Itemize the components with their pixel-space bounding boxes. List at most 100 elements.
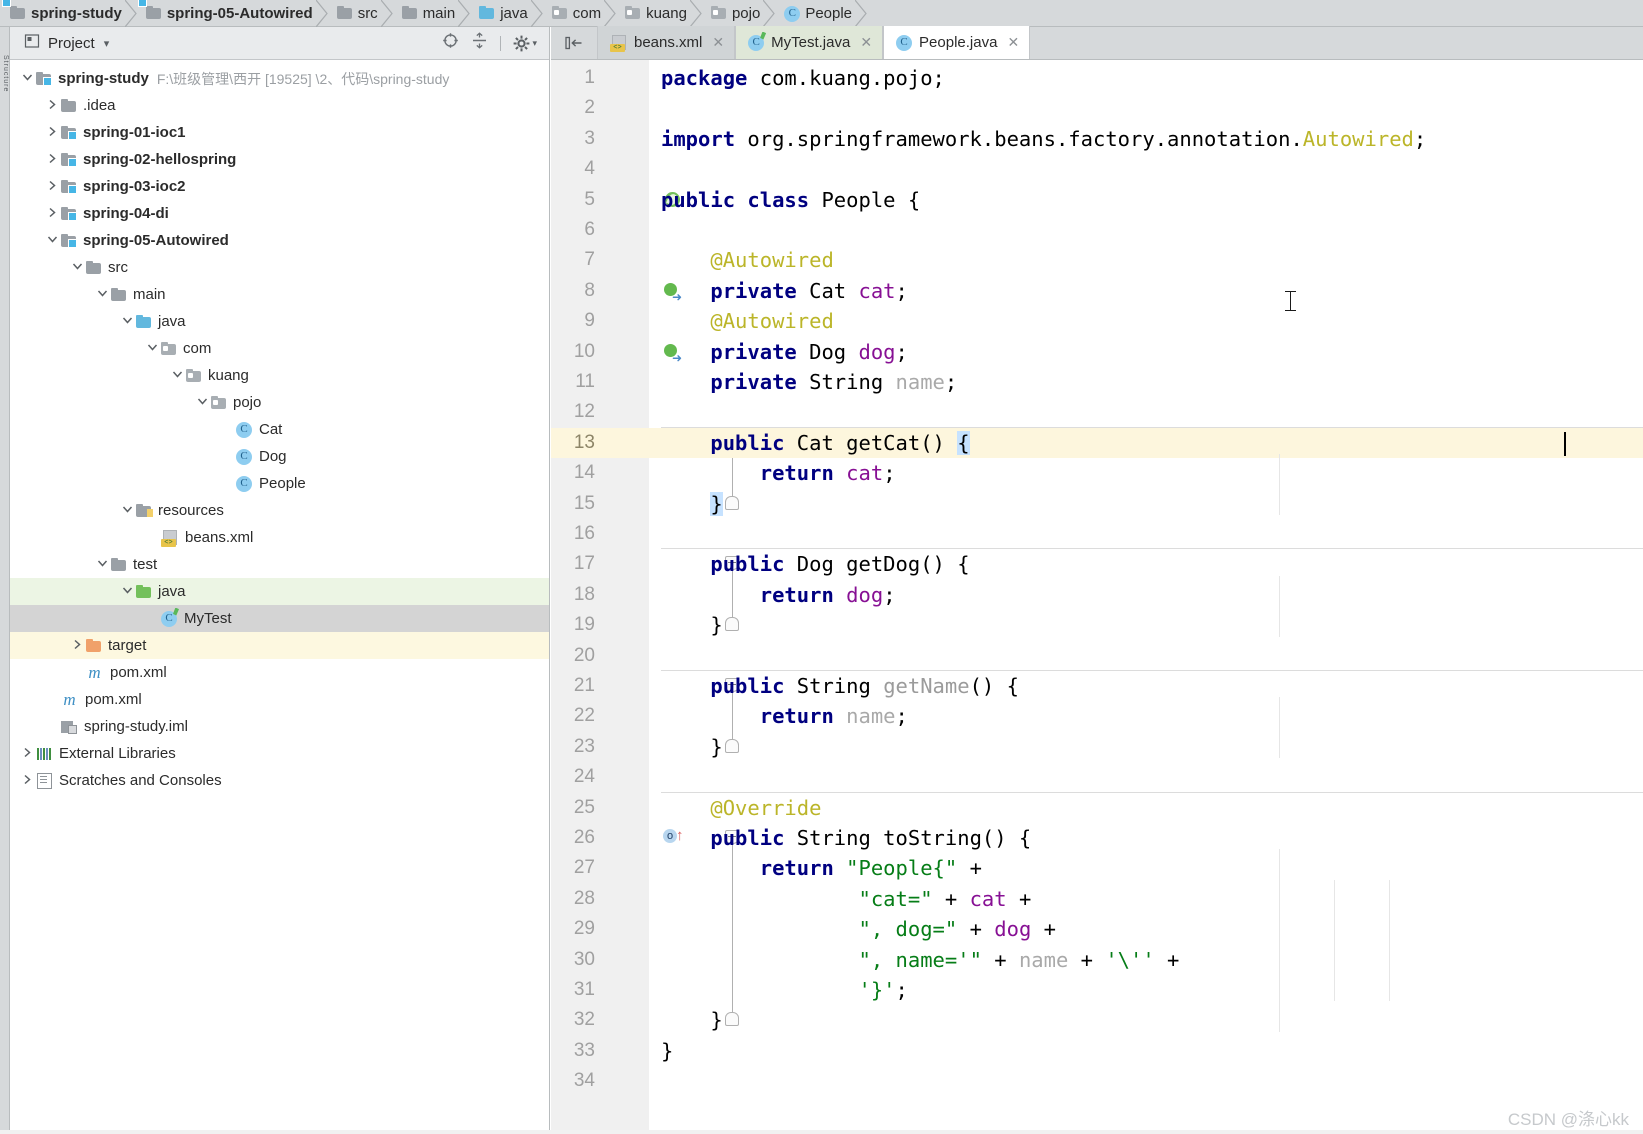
code-line[interactable]: 33} xyxy=(551,1036,1643,1066)
select-opened-file-icon[interactable] xyxy=(442,32,459,54)
chevron-down-icon[interactable] xyxy=(18,72,36,86)
chevron-down-icon[interactable] xyxy=(43,234,61,248)
code-line[interactable]: 32 } xyxy=(551,1005,1643,1035)
tree-row[interactable]: com xyxy=(10,335,549,362)
code-line[interactable]: 24 xyxy=(551,762,1643,792)
tree-row[interactable]: spring-study F:\班级管理\西开 [19525] \2、代码\spr… xyxy=(10,65,549,92)
tree-row[interactable]: pojo xyxy=(10,389,549,416)
code-line[interactable]: 29 ", dog=" + dog + xyxy=(551,914,1643,944)
chevron-right-icon[interactable] xyxy=(43,153,61,167)
tree-row[interactable]: People xyxy=(10,470,549,497)
code-line[interactable]: 16 xyxy=(551,519,1643,549)
tree-row[interactable]: Scratches and Consoles xyxy=(10,767,549,794)
chevron-down-icon[interactable] xyxy=(93,558,111,572)
code-line[interactable]: 13 public Cat getCat() { xyxy=(551,427,1643,459)
tree-row[interactable]: target xyxy=(10,632,549,659)
chevron-right-icon[interactable] xyxy=(43,180,61,194)
code-line[interactable]: 22 return name; xyxy=(551,701,1643,731)
chevron-down-icon[interactable] xyxy=(168,369,186,383)
tree-row[interactable]: spring-study.iml xyxy=(10,713,549,740)
code-line[interactable]: 11 private String name; xyxy=(551,367,1643,397)
code-line[interactable]: 26 public String toString() { xyxy=(551,823,1643,853)
code-line[interactable]: 17 public Dog getDog() { xyxy=(551,549,1643,579)
code-line[interactable]: 15 } xyxy=(551,489,1643,519)
tree-row[interactable]: m pom.xml xyxy=(10,686,549,713)
close-icon[interactable]: ✕ xyxy=(860,34,872,51)
tree-row[interactable]: java xyxy=(10,578,549,605)
code-line[interactable]: 30 ", name='" + name + '\'' + xyxy=(551,945,1643,975)
breadcrumb-item-src[interactable]: src xyxy=(327,0,393,27)
collapse-all-icon[interactable] xyxy=(471,32,488,54)
left-tool-window-strip[interactable]: Structure xyxy=(0,27,10,1134)
tree-row[interactable]: Cat xyxy=(10,416,549,443)
settings-gear-icon[interactable]: ▾ xyxy=(513,35,537,52)
code-line[interactable]: 6 xyxy=(551,215,1643,245)
code-line[interactable]: 12 xyxy=(551,397,1643,427)
tree-row[interactable]: .idea xyxy=(10,92,549,119)
chevron-down-icon[interactable] xyxy=(143,342,161,356)
chevron-right-icon[interactable] xyxy=(18,774,36,788)
code-line[interactable]: 9 @Autowired xyxy=(551,306,1643,336)
close-icon[interactable]: ✕ xyxy=(1007,34,1019,51)
breadcrumb-item-people[interactable]: People xyxy=(774,0,867,27)
chevron-right-icon[interactable] xyxy=(43,126,61,140)
code-line[interactable]: 8 private Cat cat; xyxy=(551,276,1643,306)
editor-tab-mytest-java[interactable]: MyTest.java ✕ xyxy=(735,26,884,59)
breadcrumb-item-spring-study[interactable]: spring-study xyxy=(0,0,137,27)
tree-row[interactable]: External Libraries xyxy=(10,740,549,767)
editor-tab-people-java[interactable]: People.java ✕ xyxy=(883,26,1031,59)
code-line[interactable]: 28 "cat=" + cat + xyxy=(551,884,1643,914)
chevron-right-icon[interactable] xyxy=(43,99,61,113)
tree-row[interactable]: spring-01-ioc1 xyxy=(10,119,549,146)
tree-row[interactable]: spring-04-di xyxy=(10,200,549,227)
structure-tool-button[interactable]: Structure xyxy=(1,55,9,92)
tree-row[interactable]: Dog xyxy=(10,443,549,470)
chevron-right-icon[interactable] xyxy=(43,207,61,221)
code-editor[interactable]: 1package com.kuang.pojo;23import org.spr… xyxy=(551,60,1643,1134)
breadcrumb-item-java[interactable]: java xyxy=(469,0,543,27)
chevron-right-icon[interactable] xyxy=(68,639,86,653)
chevron-down-icon[interactable] xyxy=(93,288,111,302)
tree-row[interactable]: main xyxy=(10,281,549,308)
tree-row[interactable]: spring-05-Autowired xyxy=(10,227,549,254)
chevron-down-icon[interactable] xyxy=(68,261,86,275)
code-line[interactable]: 31 '}'; xyxy=(551,975,1643,1005)
code-line[interactable]: 1 package com.kuang.pojo; xyxy=(551,63,1643,93)
chevron-down-icon[interactable] xyxy=(118,585,136,599)
code-line[interactable]: 20 xyxy=(551,641,1643,671)
code-line[interactable]: 23 } xyxy=(551,732,1643,762)
tree-row[interactable]: beans.xml xyxy=(10,524,549,551)
code-line[interactable]: 5 public class People { xyxy=(551,185,1643,215)
tree-row[interactable]: spring-03-ioc2 xyxy=(10,173,549,200)
breadcrumb-item-com[interactable]: com xyxy=(542,0,616,27)
code-line[interactable]: 34 xyxy=(551,1066,1643,1096)
chevron-right-icon[interactable] xyxy=(18,747,36,761)
code-line[interactable]: 25 @Override xyxy=(551,793,1643,823)
code-line[interactable]: 4 xyxy=(551,154,1643,184)
code-line[interactable]: 14 return cat; xyxy=(551,458,1643,488)
close-icon[interactable]: ✕ xyxy=(712,34,724,51)
editor-tab-beans-xml[interactable]: beans.xml ✕ xyxy=(597,26,736,59)
tree-row[interactable]: MyTest xyxy=(10,605,549,632)
code-line[interactable]: 3 import org.springframework.beans.factor… xyxy=(551,124,1643,154)
tree-row[interactable]: resources xyxy=(10,497,549,524)
tree-row[interactable]: test xyxy=(10,551,549,578)
breadcrumb-item-kuang[interactable]: kuang xyxy=(615,0,702,27)
breadcrumb-item-main[interactable]: main xyxy=(392,0,470,27)
code-line[interactable]: 10 private Dog dog; xyxy=(551,337,1643,367)
tree-row[interactable]: m pom.xml xyxy=(10,659,549,686)
breadcrumb-item-pojo[interactable]: pojo xyxy=(701,0,776,27)
code-line[interactable]: 21 public String getName() { xyxy=(551,671,1643,701)
code-line[interactable]: 7 @Autowired xyxy=(551,245,1643,275)
tree-row[interactable]: java xyxy=(10,308,549,335)
code-line[interactable]: 19 } xyxy=(551,610,1643,640)
chevron-down-icon[interactable] xyxy=(118,315,136,329)
tree-row[interactable]: src xyxy=(10,254,549,281)
code-line[interactable]: 2 xyxy=(551,93,1643,123)
code-lines[interactable]: 1 package com.kuang.pojo; 2 3 import org.spr… xyxy=(551,60,1643,1134)
chevron-down-icon[interactable]: ▾ xyxy=(532,38,537,49)
code-line[interactable]: 18 return dog; xyxy=(551,580,1643,610)
chevron-down-icon[interactable]: ▾ xyxy=(104,37,110,50)
hide-tool-window-icon[interactable] xyxy=(551,26,597,59)
tree-row[interactable]: spring-02-hellospring xyxy=(10,146,549,173)
